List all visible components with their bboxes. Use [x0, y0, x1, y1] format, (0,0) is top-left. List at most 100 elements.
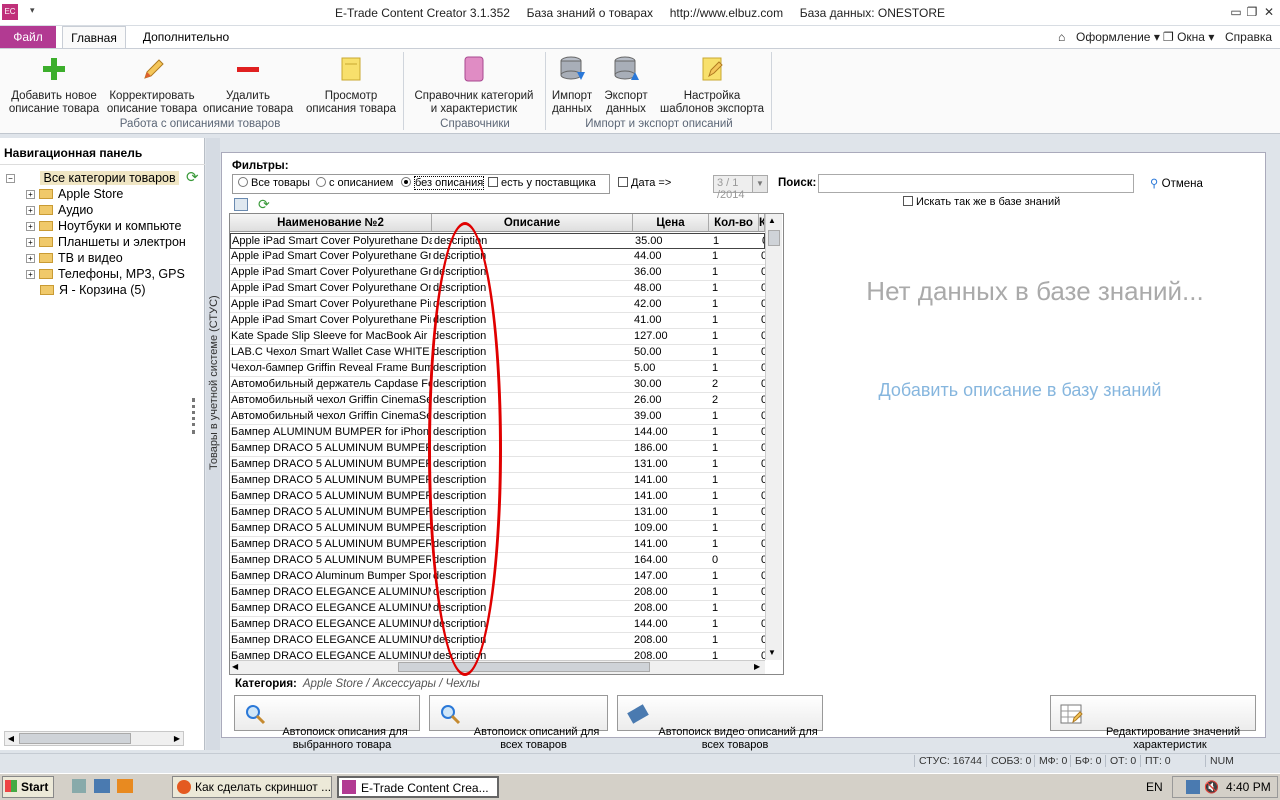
cell-name[interactable]: Бампер DRACO 5 ALUMINUM BUMPER MI — [231, 537, 431, 552]
table-row[interactable]: Apple iPad Smart Cover Polyurethane Gra d… — [230, 249, 765, 265]
view-description-button[interactable]: Просмотр описания товара — [302, 52, 400, 116]
tree-item-cart[interactable]: Я - Корзина (5) — [40, 282, 146, 298]
table-row[interactable]: Бампер DRACO ELEGANCE ALUMINUM BUdescrip… — [230, 585, 765, 601]
radio-selected-icon[interactable] — [401, 177, 411, 187]
cell-price[interactable]: 42.00 — [634, 297, 708, 312]
export-data-button[interactable]: Экспорт данных — [601, 52, 651, 116]
cancel-search-button[interactable]: ⚲ Отмена — [1150, 176, 1203, 190]
language-indicator[interactable]: EN — [1146, 780, 1163, 794]
menu-appearance[interactable]: Оформление ▾ — [1076, 30, 1160, 44]
cell-name[interactable]: Бампер DRACO 5 ALUMINUM BUMPER Lin — [231, 441, 431, 456]
edit-description-button[interactable]: Корректировать описание товара — [104, 52, 200, 116]
cell-price[interactable]: 186.00 — [634, 441, 708, 456]
tab-file[interactable]: Файл — [0, 26, 56, 48]
cell-price[interactable]: 141.00 — [634, 473, 708, 488]
cell-price[interactable]: 48.00 — [634, 281, 708, 296]
cell-price[interactable]: 208.00 — [634, 585, 708, 600]
cell-name[interactable]: Автомобильный держатель Capdase Fo — [231, 377, 431, 392]
auto-search-video-button[interactable]: Автопоиск видео описаний для всех товаро… — [617, 695, 823, 751]
tree-item-apple-store[interactable]: + Apple Store — [26, 186, 123, 202]
cell-price[interactable]: 208.00 — [634, 633, 708, 648]
splitter-grip-icon[interactable] — [192, 398, 195, 434]
scroll-up-icon[interactable]: ▲ — [768, 216, 776, 225]
column-header-price[interactable]: Цена — [633, 214, 709, 232]
edit-characteristics-button[interactable]: Редактирование значений характеристик — [1050, 695, 1256, 751]
cell-qty[interactable]: 1 — [712, 601, 760, 616]
cell-name[interactable]: Apple iPad Smart Cover Polyurethane Ora — [231, 281, 431, 296]
expand-grid-icon[interactable] — [234, 198, 248, 211]
cell-price[interactable]: 50.00 — [634, 345, 708, 360]
quicklaunch-app-icon[interactable] — [117, 779, 133, 793]
checkbox-supplier[interactable]: есть у поставщика — [488, 177, 596, 189]
cell-qty[interactable]: 1 — [712, 617, 760, 632]
cell-price[interactable]: 30.00 — [634, 377, 708, 392]
add-to-knowledge-base-link[interactable]: Добавить описание в базу знаний — [830, 380, 1210, 401]
tab-home[interactable]: Главная — [62, 26, 126, 49]
desktop-icon[interactable] — [94, 779, 110, 793]
radio-icon[interactable] — [316, 177, 326, 187]
cell-qty[interactable]: 1 — [712, 313, 760, 328]
cell-price[interactable]: 26.00 — [634, 393, 708, 408]
cell-name[interactable]: Бампер DRACO 5 ALUMINUM BUMPER GA — [231, 505, 431, 520]
cell-qty[interactable]: 1 — [713, 234, 761, 248]
cell-price[interactable]: 109.00 — [634, 521, 708, 536]
cell-qty[interactable]: 1 — [712, 489, 760, 504]
cell-price[interactable]: 39.00 — [634, 409, 708, 424]
date-dropdown-icon[interactable]: ▼ — [752, 175, 768, 193]
cell-price[interactable]: 208.00 — [634, 601, 708, 616]
radio-icon[interactable] — [238, 177, 248, 187]
cell-name[interactable]: Бампер DRACO 5 ALUMINUM BUMPER FA — [231, 473, 431, 488]
grid-vertical-scrollbar[interactable]: ▲ ▼ — [765, 214, 782, 660]
cell-price[interactable]: 131.00 — [634, 505, 708, 520]
cell-qty[interactable]: 1 — [712, 569, 760, 584]
tree-item-tv-video[interactable]: + ТВ и видео — [26, 250, 123, 266]
nav-horizontal-scrollbar[interactable]: ◀ ▶ — [4, 731, 184, 746]
table-row[interactable]: Бампер DRACO ELEGANCE ALUMINUM BUdescrip… — [230, 617, 765, 633]
expand-icon[interactable]: + — [26, 238, 35, 247]
taskbar-item-browser[interactable]: Как сделать скриншот ... — [172, 776, 332, 798]
cell-qty[interactable]: 1 — [712, 425, 760, 440]
export-templates-button[interactable]: Настройка шаблонов экспорта — [656, 52, 768, 116]
cell-name[interactable]: Бампер DRACO 5 ALUMINUM BUMPER for — [231, 457, 431, 472]
cell-name[interactable]: Бампер DRACO 5 ALUMINUM BUMPER GA — [231, 489, 431, 504]
cell-qty[interactable]: 1 — [712, 585, 760, 600]
quicklaunch-icon[interactable] — [72, 779, 86, 793]
radio-all-products[interactable]: Все товары — [238, 177, 310, 189]
cell-price[interactable]: 141.00 — [634, 489, 708, 504]
cell-price[interactable]: 144.00 — [634, 617, 708, 632]
grid-horizontal-scrollbar[interactable]: ◀ ▶ — [230, 660, 765, 674]
expand-icon[interactable]: + — [26, 222, 35, 231]
cell-qty[interactable]: 1 — [712, 537, 760, 552]
cell-price[interactable]: 41.00 — [634, 313, 708, 328]
checkbox-date[interactable]: Дата => — [618, 177, 671, 189]
taskbar-item-etrade[interactable]: E-Trade Content Crea... — [337, 776, 499, 798]
refresh-grid-icon[interactable]: ⟳ — [258, 197, 272, 211]
table-row[interactable]: Apple iPad Smart Cover Polyurethane Pink… — [230, 313, 765, 329]
cell-name[interactable]: Apple iPad Smart Cover Polyurethane Pink — [231, 313, 431, 328]
menu-windows[interactable]: ❐ Окна ▾ — [1163, 30, 1214, 44]
cell-price[interactable]: 127.00 — [634, 329, 708, 344]
cell-name[interactable]: Apple iPad Smart Cover Polyurethane Gre — [231, 265, 431, 280]
expand-icon[interactable]: + — [26, 270, 35, 279]
cell-qty[interactable]: 1 — [712, 633, 760, 648]
cell-price[interactable]: 5.00 — [634, 361, 708, 376]
cell-name[interactable]: Бампер DRACO ELEGANCE ALUMINUM BU — [231, 633, 431, 648]
table-row[interactable]: Apple iPad Smart Cover Polyurethane Gre d… — [230, 265, 765, 281]
tree-item-audio[interactable]: + Аудио — [26, 202, 93, 218]
expand-icon[interactable]: + — [26, 206, 35, 215]
network-icon[interactable] — [1186, 780, 1200, 794]
collapse-icon[interactable]: − — [6, 174, 15, 183]
cell-name[interactable]: Бампер DRACO ELEGANCE ALUMINUM BU — [231, 585, 431, 600]
tab-extra[interactable]: Дополнительно — [136, 26, 236, 48]
cell-price[interactable]: 141.00 — [634, 537, 708, 552]
cell-name[interactable]: Kate Spade Slip Sleeve for MacBook Air 1 — [231, 329, 431, 344]
table-row[interactable]: Apple iPad Smart Cover Polyurethane Dar d… — [230, 233, 765, 249]
column-header-name[interactable]: Наименование №2 — [230, 214, 432, 232]
cell-name[interactable]: Чехол-бампер Griffin Reveal Frame Bump — [231, 361, 431, 376]
table-row[interactable]: Apple iPad Smart Cover Polyurethane Pink… — [230, 297, 765, 313]
scroll-right-icon[interactable]: ▶ — [754, 662, 760, 671]
cell-price[interactable]: 44.00 — [634, 249, 708, 264]
scroll-left-icon[interactable]: ◀ — [232, 662, 238, 671]
cell-qty[interactable]: 1 — [712, 409, 760, 424]
cell-price[interactable]: 35.00 — [635, 234, 709, 248]
